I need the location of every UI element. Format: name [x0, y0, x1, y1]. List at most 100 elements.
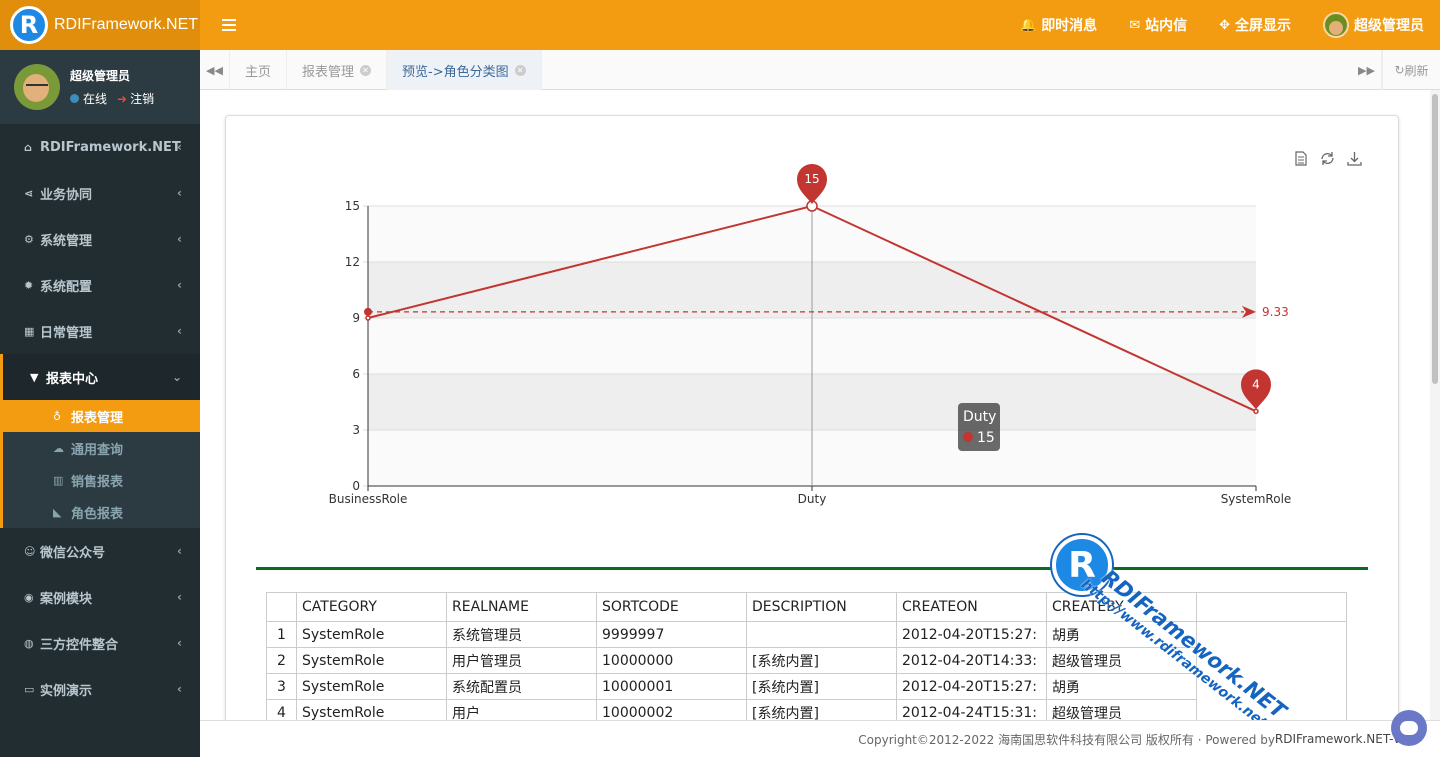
tab-scroll-left-button[interactable]: ◀◀: [200, 50, 230, 90]
wechat-icon: ☺: [24, 544, 36, 558]
table-cell: 胡勇: [1046, 621, 1197, 648]
scrollbar-thumb[interactable]: [1432, 94, 1438, 384]
table-cell: 2012-04-20T15:27:: [896, 673, 1047, 700]
tab-report-manage[interactable]: 报表管理 ✕: [287, 50, 388, 90]
tab-role-chart-preview[interactable]: 预览->角色分类图 ✕: [387, 50, 542, 90]
column-header-category: CATEGORY: [296, 592, 447, 622]
chevron-left-icon: ‹: [177, 278, 182, 292]
sidebar-item-rdiframework[interactable]: ⌂ RDIFramework.NET ‹: [0, 124, 200, 170]
tab-home[interactable]: 主页: [230, 50, 288, 90]
logout-link[interactable]: ➜ 注销: [117, 90, 154, 107]
y-tick-label: 6: [352, 367, 360, 381]
chevron-down-icon: ⌄: [171, 370, 182, 384]
row-number-cell: 2: [266, 647, 297, 674]
copyright-text: Copyright©2012-2022 海南国思软件科技有限公司 版权所有 · …: [858, 732, 1275, 747]
share-icon: ⋖: [24, 186, 34, 200]
y-tick-label: 15: [345, 199, 360, 213]
table-cell: [1196, 699, 1347, 720]
site-mail-button[interactable]: ✉ 站内信: [1129, 15, 1187, 35]
table-cell: [系统内置]: [746, 673, 897, 700]
fullscreen-button[interactable]: ✥ 全屏显示: [1219, 15, 1291, 35]
data-point: [1253, 408, 1259, 415]
y-tick-label: 3: [352, 423, 360, 437]
chevron-left-icon: ‹: [177, 544, 182, 558]
sidebar-item-general-query[interactable]: ☁ 通用查询: [3, 432, 200, 464]
table-cell: [1196, 647, 1347, 674]
sidebar-item-role-report[interactable]: ◣ 角色报表: [3, 496, 200, 528]
row-number-cell: 1: [266, 621, 297, 648]
tooltip-title: Duty: [963, 409, 996, 425]
chevron-left-icon: ‹: [177, 590, 182, 604]
table-row[interactable]: 2 SystemRole 用户管理员 10000000 [系统内置] 2012-04-20…: [266, 647, 1347, 674]
x-tick-label: BusinessRole: [329, 492, 408, 506]
mark-line-label: 9.33: [1262, 305, 1289, 319]
sidebar-item-report-manage[interactable]: ♁ 报表管理: [3, 400, 200, 432]
column-header-description: DESCRIPTION: [746, 592, 897, 622]
table-cell: 2012-04-20T14:33:: [896, 647, 1047, 674]
table-row[interactable]: 1 SystemRole 系统管理员 9999997 2012-04-20T15:27:…: [266, 621, 1347, 648]
divider-line: [256, 567, 1368, 570]
table-row[interactable]: 4 SystemRole 用户 10000002 [系统内置] 2012-04-24T15…: [266, 699, 1347, 720]
data-table: CATEGORY REALNAME SORTCODE DESCRIPTION CREAT…: [266, 592, 1347, 720]
stethoscope-icon: ♁: [53, 409, 62, 423]
bell-icon: 🔔: [1020, 17, 1037, 33]
column-header-sortcode: SORTCODE: [596, 592, 747, 622]
hamburger-icon: [222, 19, 236, 21]
user-name: 超级管理员: [70, 69, 131, 83]
table-cell: SystemRole: [296, 621, 447, 648]
sidebar-item-cases[interactable]: ◉ 案例模块 ‹: [0, 574, 200, 620]
chevron-left-icon: ‹: [177, 682, 182, 696]
role-line-chart: 0 3 6 9 12 15 BusinessRole Duty SystemRole 9.33 15…: [329, 164, 1291, 506]
refresh-button[interactable]: ↻ 刷新: [1382, 50, 1440, 90]
report-card: 0 3 6 9 12 15 BusinessRole Duty SystemRole 9.33 15…: [225, 115, 1399, 720]
sidebar: 超级管理员 在线 ➜ 注销 ⌂ RDIFramework.NET ‹ ⋖ 业务协同 ‹ ⚙…: [0, 50, 200, 757]
sidebar-item-demo[interactable]: ▭ 实例演示 ‹: [0, 666, 200, 712]
sidebar-item-third-party[interactable]: ◍ 三方控件整合 ‹: [0, 620, 200, 666]
table-cell: SystemRole: [296, 699, 447, 720]
mark-point-label: 4: [1252, 377, 1260, 391]
column-header-empty: [1196, 592, 1347, 622]
row-number-header: [266, 592, 297, 622]
y-tick-label: 9: [352, 311, 360, 325]
instant-message-label: 即时消息: [1041, 18, 1098, 34]
area-chart-icon: ◣: [53, 505, 62, 519]
user-menu-button[interactable]: 超级管理员: [1323, 12, 1424, 38]
report-submenu: ♁ 报表管理 ☁ 通用查询 ▥ 销售报表 ◣ 角色报表: [0, 400, 200, 528]
fullscreen-label: 全屏显示: [1235, 18, 1291, 34]
top-right-menu: 🔔 即时消息 ✉ 站内信 ✥ 全屏显示 超级管理员: [1020, 0, 1424, 50]
chat-icon[interactable]: [1391, 710, 1427, 746]
sidebar-item-system-admin[interactable]: ⚙ 系统管理 ‹: [0, 216, 200, 262]
sidebar-item-wechat[interactable]: ☺ 微信公众号 ‹: [0, 528, 200, 574]
vertical-scrollbar[interactable]: [1430, 90, 1440, 720]
sidebar-item-sales-report[interactable]: ▥ 销售报表: [3, 464, 200, 496]
mark-point-label: 15: [804, 172, 819, 186]
table-cell: [1196, 621, 1347, 648]
table-cell: 超级管理员: [1046, 647, 1197, 674]
sidebar-item-report-center[interactable]: ▼ 报表中心 ⌄: [0, 354, 200, 400]
app-logo-area[interactable]: R RDIFramework.NET: [0, 0, 200, 50]
table-row[interactable]: 3 SystemRole 系统配置员 10000001 [系统内置] 2012-04-20…: [266, 673, 1347, 700]
close-icon[interactable]: ✕: [360, 64, 372, 76]
chevron-left-icon: ‹: [177, 232, 182, 246]
close-icon[interactable]: ✕: [514, 64, 526, 76]
globe-icon: ◍: [24, 636, 34, 650]
sidebar-item-system-config[interactable]: ✹ 系统配置 ‹: [0, 262, 200, 308]
instant-message-button[interactable]: 🔔 即时消息: [1020, 15, 1097, 35]
sidebar-item-daily[interactable]: ▦ 日常管理 ‹: [0, 308, 200, 354]
tab-scroll-right-button[interactable]: ▶▶: [1352, 50, 1382, 90]
avatar: [1323, 12, 1349, 38]
sidebar-toggle-button[interactable]: [222, 15, 242, 35]
bar-chart-icon: ▥: [53, 473, 64, 487]
sidebar-item-business[interactable]: ⋖ 业务协同 ‹: [0, 170, 200, 216]
table-cell: 2012-04-20T15:27:: [896, 621, 1047, 648]
double-chevron-left-icon: ◀◀: [206, 63, 223, 77]
online-status: 在线: [70, 90, 107, 107]
download-icon[interactable]: [1346, 150, 1363, 167]
table-cell: 系统配置员: [446, 673, 597, 700]
table-cell: [746, 621, 897, 648]
tab-bar: ◀◀ 主页 报表管理 ✕ 预览->角色分类图 ✕ ▶▶ ↻ 刷新: [200, 50, 1440, 90]
column-header-createby: CREATEBY: [1046, 592, 1197, 622]
filter-icon: ▼: [30, 370, 39, 384]
site-mail-label: 站内信: [1145, 18, 1188, 34]
table-cell: 10000001: [596, 673, 747, 700]
